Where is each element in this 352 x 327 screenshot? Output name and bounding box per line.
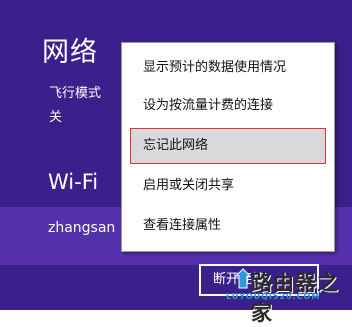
wifi-section-header: Wi-Fi	[48, 170, 99, 194]
menu-item-forget-network[interactable]: 忘记此网络	[130, 128, 326, 164]
watermark-url: LUYOUQI520.COM	[226, 292, 321, 301]
wifi-connection-name: zhangsan	[48, 220, 116, 236]
menu-item-set-metered[interactable]: 设为按流量计费的连接	[130, 88, 326, 124]
airplane-mode-toggle[interactable]: 关	[49, 106, 62, 125]
menu-item-show-data-usage[interactable]: 显示预计的数据使用情况	[130, 50, 326, 86]
panel-title: 网络	[42, 37, 98, 68]
context-menu: 显示预计的数据使用情况 设为按流量计费的连接 忘记此网络 启用或关闭共享 查看连…	[121, 42, 335, 252]
airplane-mode-label: 飞行模式	[49, 86, 102, 101]
menu-item-toggle-sharing[interactable]: 启用或关闭共享	[130, 168, 326, 204]
menu-item-view-properties[interactable]: 查看连接属性	[130, 208, 326, 244]
watermark-logo-icon	[234, 268, 252, 289]
